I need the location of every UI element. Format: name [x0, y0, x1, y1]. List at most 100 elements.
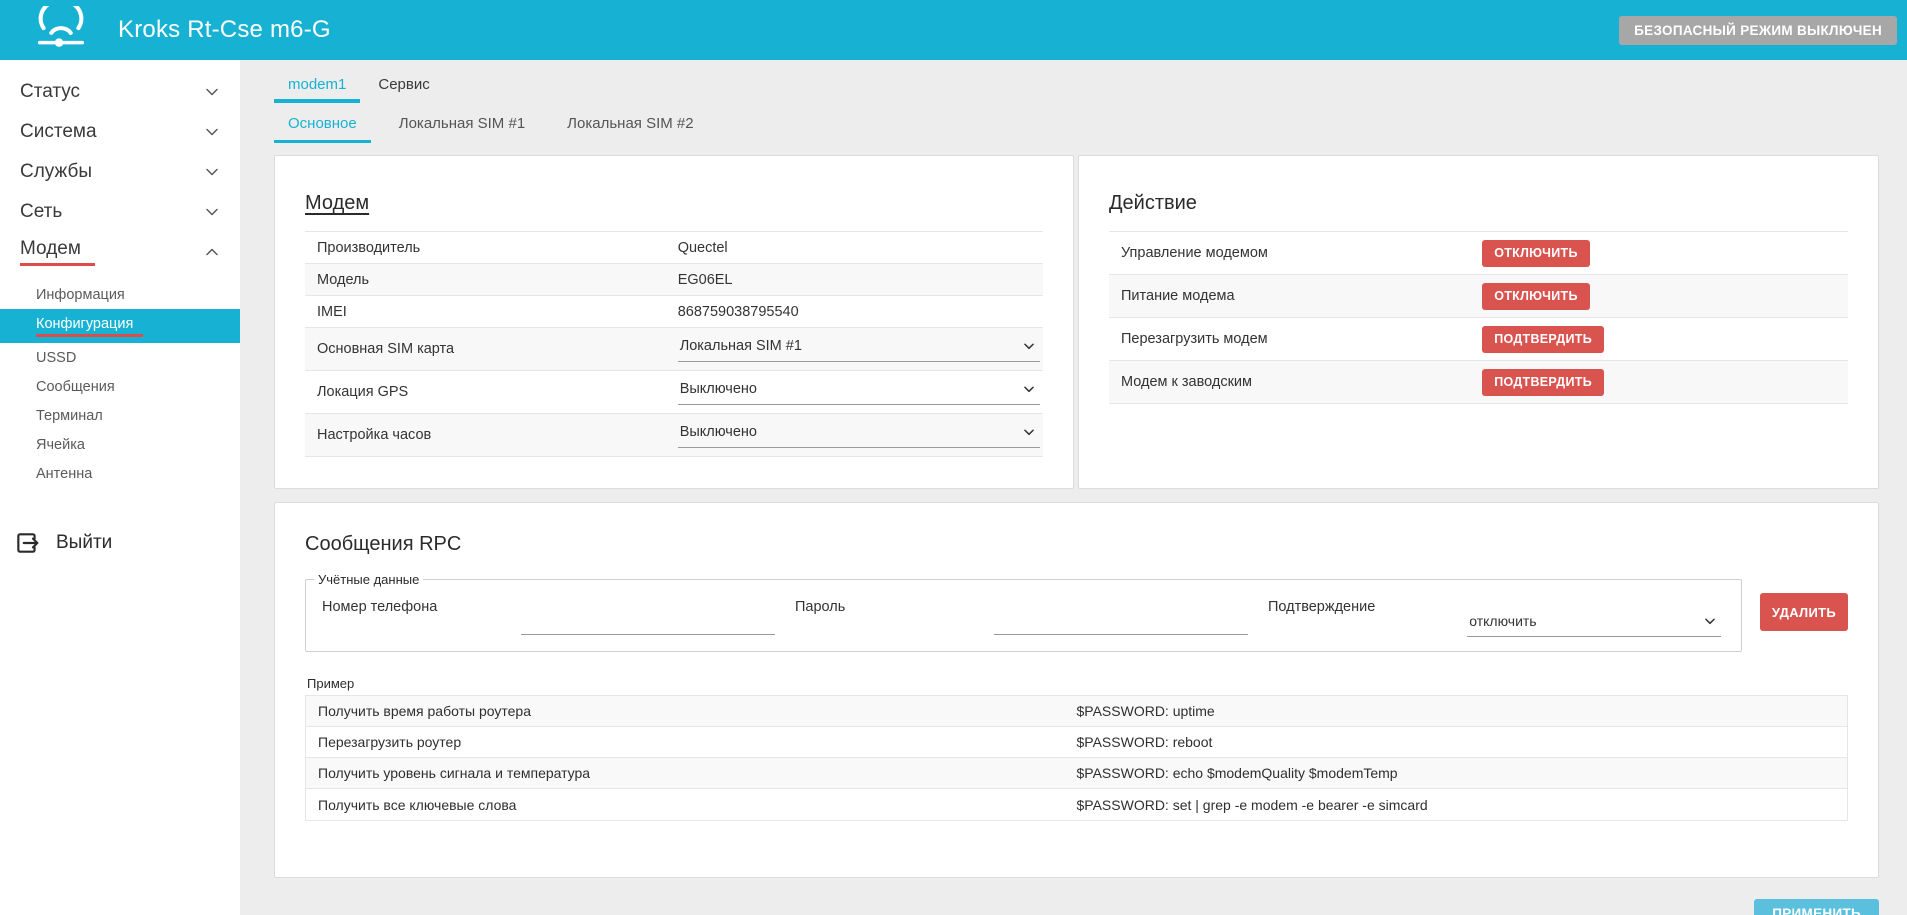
- tab-bar: modem1 Сервис: [274, 74, 1879, 103]
- sidebar-item-label: Система: [20, 121, 202, 143]
- sidebar-item-modem[interactable]: Модем: [0, 232, 240, 272]
- row-value: $PASSWORD: echo $modemQuality $modemTemp: [1077, 765, 1848, 781]
- modem-control-disable-button[interactable]: ОТКЛЮЧИТЬ: [1482, 240, 1590, 267]
- modem-card: Модем Производитель Quectel Модель EG06E…: [274, 155, 1074, 489]
- example-block: Пример Получить время работы роутера $PA…: [305, 676, 1848, 821]
- row-label: Настройка часов: [305, 427, 678, 443]
- phone-number-group: Номер телефона: [312, 591, 785, 637]
- row-label: Основная SIM карта: [305, 341, 678, 357]
- table-row: IMEI 868759038795540: [305, 296, 1043, 328]
- phone-number-label: Номер телефона: [322, 591, 521, 637]
- chevron-down-icon: [1022, 425, 1036, 439]
- table-row: Получить все ключевые слова $PASSWORD: s…: [306, 789, 1847, 820]
- submenu-item-cell[interactable]: Ячейка: [0, 430, 240, 459]
- action-card: Действие Управление модемом ОТКЛЮЧИТЬ Пи…: [1078, 155, 1879, 489]
- credentials-legend: Учётные данные: [314, 572, 423, 587]
- delete-button[interactable]: УДАЛИТЬ: [1760, 593, 1848, 631]
- submenu-item-configuration[interactable]: Конфигурация: [0, 309, 240, 343]
- subtab-bar: Основное Локальная SIM #1 Локальная SIM …: [274, 111, 1879, 143]
- row-value: Quectel: [678, 240, 1043, 256]
- confirmation-label: Подтверждение: [1268, 591, 1467, 637]
- chevron-up-icon: [202, 242, 222, 262]
- apply-button[interactable]: ПРИМЕНИТЬ: [1754, 899, 1879, 915]
- sidebar-item-status[interactable]: Статус: [0, 72, 240, 112]
- select-value: Выключено: [680, 424, 757, 440]
- modem-reboot-confirm-button[interactable]: ПОДТВЕРДИТЬ: [1482, 326, 1604, 353]
- sidebar-item-label: Статус: [20, 81, 202, 103]
- submenu-item-ussd[interactable]: USSD: [0, 343, 240, 372]
- modem-factory-reset-confirm-button[interactable]: ПОДТВЕРДИТЬ: [1482, 369, 1604, 396]
- modem-power-disable-button[interactable]: ОТКЛЮЧИТЬ: [1482, 283, 1590, 310]
- submenu-item-information[interactable]: Информация: [0, 280, 240, 309]
- table-row: Модель EG06EL: [305, 264, 1043, 296]
- submenu-item-label: Антенна: [36, 466, 92, 482]
- logout-button[interactable]: Выйти: [0, 530, 240, 556]
- select-value: Выключено: [680, 381, 757, 397]
- confirmation-group: Подтверждение отключить: [1258, 591, 1731, 637]
- exit-icon: [14, 530, 40, 556]
- sidebar-item-label: Службы: [20, 161, 202, 183]
- table-row: Модем к заводским ПОДТВЕРДИТЬ: [1109, 361, 1848, 404]
- row-value: $PASSWORD: reboot: [1077, 734, 1848, 750]
- password-input[interactable]: [994, 618, 1248, 635]
- chevron-down-icon: [202, 122, 222, 142]
- sidebar-item-network[interactable]: Сеть: [0, 192, 240, 232]
- submenu-item-label: USSD: [36, 350, 76, 366]
- table-row: Настройка часов Выключено: [305, 414, 1043, 457]
- wifi-logo-icon: [30, 6, 92, 54]
- chevron-down-icon: [202, 202, 222, 222]
- subtab-local-sim-2[interactable]: Локальная SIM #2: [553, 111, 707, 143]
- select-value: отключить: [1469, 613, 1536, 629]
- row-label: Получить уровень сигнала и температура: [306, 765, 1077, 781]
- submenu-item-terminal[interactable]: Терминал: [0, 401, 240, 430]
- page: Kroks Rt-Cse m6-G БЕЗОПАСНЫЙ РЕЖИМ ВЫКЛЮ…: [0, 0, 1907, 915]
- rpc-messages-card: Сообщения RPC Учётные данные Номер телеф…: [274, 502, 1879, 878]
- submenu-item-label: Сообщения: [36, 379, 115, 395]
- example-legend: Пример: [305, 676, 1848, 691]
- subtab-general[interactable]: Основное: [274, 111, 371, 143]
- app-title: Kroks Rt-Cse m6-G: [118, 16, 331, 44]
- sidebar-item-system[interactable]: Система: [0, 112, 240, 152]
- row-label: Модем к заводским: [1109, 374, 1482, 390]
- primary-sim-select[interactable]: Локальная SIM #1: [678, 336, 1040, 362]
- clock-setup-select[interactable]: Выключено: [678, 422, 1040, 448]
- modem-submenu: Информация Конфигурация USSD Сообщения Т…: [0, 280, 240, 488]
- phone-number-input[interactable]: [521, 618, 775, 635]
- table-row: Получить время работы роутера $PASSWORD:…: [306, 696, 1847, 727]
- submenu-item-messages[interactable]: Сообщения: [0, 372, 240, 401]
- submenu-item-label: Информация: [36, 287, 125, 303]
- row-label: Управление модемом: [1109, 245, 1482, 261]
- sidebar-item-services[interactable]: Службы: [0, 152, 240, 192]
- row-label: Производитель: [305, 240, 678, 256]
- tab-modem1[interactable]: modem1: [274, 74, 360, 103]
- submenu-item-label: Терминал: [36, 408, 103, 424]
- sidebar-item-label: Модем: [20, 238, 95, 266]
- tab-service[interactable]: Сервис: [364, 74, 443, 103]
- gps-location-select[interactable]: Выключено: [678, 379, 1040, 405]
- table-row: Перезагрузить модем ПОДТВЕРДИТЬ: [1109, 318, 1848, 361]
- table-row: Получить уровень сигнала и температура $…: [306, 758, 1847, 789]
- submenu-item-label: Конфигурация: [36, 316, 143, 337]
- row-label: Получить время работы роутера: [306, 703, 1077, 719]
- table-row: Локация GPS Выключено: [305, 371, 1043, 414]
- chevron-down-icon: [1703, 614, 1717, 628]
- sidebar: Статус Система Службы Сеть Модем Информа: [0, 60, 240, 915]
- rpc-card-title: Сообщения RPC: [305, 533, 1848, 556]
- chevron-down-icon: [1022, 382, 1036, 396]
- row-value: $PASSWORD: set | grep -e modem -e bearer…: [1077, 797, 1848, 813]
- row-label: Локация GPS: [305, 384, 678, 400]
- row-label: Получить все ключевые слова: [306, 797, 1077, 813]
- subtab-local-sim-1[interactable]: Локальная SIM #1: [385, 111, 539, 143]
- confirmation-select[interactable]: отключить: [1467, 611, 1721, 637]
- table-row: Основная SIM карта Локальная SIM #1: [305, 328, 1043, 371]
- modem-table: Производитель Quectel Модель EG06EL IMEI…: [305, 231, 1043, 457]
- password-group: Пароль: [785, 591, 1258, 637]
- submenu-item-antenna[interactable]: Антенна: [0, 459, 240, 488]
- row-label: Питание модема: [1109, 288, 1482, 304]
- row-label: Модель: [305, 272, 678, 288]
- safe-mode-badge[interactable]: БЕЗОПАСНЫЙ РЕЖИМ ВЫКЛЮЧЕН: [1619, 16, 1897, 45]
- table-row: Управление модемом ОТКЛЮЧИТЬ: [1109, 232, 1848, 275]
- chevron-down-icon: [1022, 339, 1036, 353]
- action-card-title: Действие: [1109, 192, 1848, 215]
- row-value: $PASSWORD: uptime: [1077, 703, 1848, 719]
